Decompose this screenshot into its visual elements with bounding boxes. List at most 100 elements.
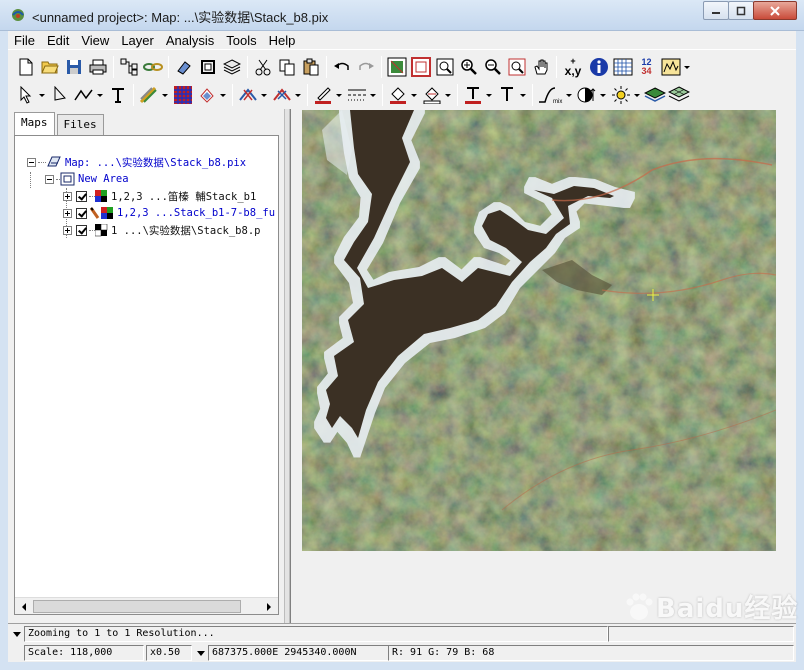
pattern-dropdown[interactable] (444, 84, 452, 107)
menu-help[interactable]: Help (263, 33, 302, 48)
menu-view[interactable]: View (75, 33, 115, 48)
palette-button[interactable] (171, 84, 194, 107)
brush-dropdown[interactable] (161, 84, 169, 107)
coords-dropdown[interactable] (196, 648, 206, 658)
contrast-button[interactable] (575, 84, 598, 107)
edit-vertex-button[interactable] (48, 84, 71, 107)
pattern-button[interactable] (420, 84, 443, 107)
coordinates-button[interactable]: + x,y (560, 56, 586, 79)
minimize-button[interactable] (703, 1, 729, 20)
satellite-image[interactable] (302, 110, 776, 551)
zoom-box-button[interactable] (433, 56, 456, 79)
histogram-dropdown[interactable] (683, 56, 691, 79)
brightness-button[interactable] (609, 84, 632, 107)
text-color-dropdown[interactable] (485, 84, 493, 107)
tab-files[interactable]: Files (56, 114, 104, 135)
line-style-dropdown[interactable] (369, 84, 377, 107)
zoom-in-button[interactable] (457, 56, 480, 79)
horizontal-scrollbar[interactable] (15, 597, 278, 614)
open-button[interactable] (38, 56, 61, 79)
delete-vertex-dropdown[interactable] (294, 84, 302, 107)
maximize-button[interactable] (728, 1, 754, 20)
layer-grid-button[interactable] (667, 84, 690, 107)
save-button[interactable] (62, 56, 85, 79)
zoom-resolution-button[interactable] (409, 56, 432, 79)
info-button[interactable] (587, 56, 610, 79)
redo-button[interactable] (354, 56, 377, 79)
line-button[interactable] (72, 84, 95, 107)
numbers-button[interactable]: 12 34 (635, 56, 658, 79)
scroll-left-button[interactable] (16, 599, 32, 614)
cut-button[interactable] (251, 56, 274, 79)
pan-button[interactable] (529, 56, 552, 79)
move-vertex-button[interactable] (236, 84, 259, 107)
fill-color-dropdown[interactable] (410, 84, 418, 107)
layer-visibility-checkbox[interactable] (76, 224, 87, 236)
fill-button[interactable] (195, 84, 218, 107)
expand-toggle[interactable] (63, 191, 72, 201)
menu-edit[interactable]: Edit (41, 33, 75, 48)
menu-tools[interactable]: Tools (220, 33, 262, 48)
menu-analysis[interactable]: Analysis (160, 33, 220, 48)
text-style-dropdown[interactable] (519, 84, 527, 107)
text-button[interactable] (106, 84, 129, 107)
menu-layer[interactable]: Layer (115, 33, 160, 48)
line-color-dropdown[interactable] (335, 84, 343, 107)
tree-row-map[interactable]: Map: ...\实验数据\Stack_b8.pix (27, 154, 246, 170)
brightness-dropdown[interactable] (633, 84, 641, 107)
expand-toggle[interactable] (63, 225, 72, 235)
status-dropdown[interactable] (12, 629, 22, 639)
line-style-button[interactable] (345, 84, 368, 107)
histogram-button[interactable] (659, 56, 682, 79)
scroll-thumb[interactable] (33, 600, 241, 613)
line-color-button[interactable] (311, 84, 334, 107)
redo-icon (358, 62, 374, 70)
text-style-button[interactable] (495, 84, 518, 107)
tree-row-area[interactable]: New Area (45, 171, 129, 187)
copy-button[interactable] (275, 56, 298, 79)
layer-visibility-checkbox[interactable] (76, 190, 87, 202)
toolbar-row-2: mix (14, 81, 691, 109)
fill-color-button[interactable] (386, 84, 409, 107)
tree-row-layer[interactable]: 1,2,3 ...Stack_b1-7-b8_fu (63, 205, 275, 221)
tree-row-layer[interactable]: 1,2,3 ...笛榛 輔Stack_b1 (63, 188, 256, 204)
close-button[interactable] (753, 1, 797, 20)
fill-dropdown[interactable] (219, 84, 227, 107)
curve-dropdown[interactable] (565, 84, 573, 107)
contrast-dropdown[interactable] (599, 84, 607, 107)
map-view[interactable] (290, 109, 796, 623)
grey-layer-icon (95, 223, 108, 236)
layer-visibility-checkbox[interactable] (76, 207, 87, 219)
frame-button[interactable] (196, 56, 219, 79)
zoom-to-fit-button[interactable] (385, 56, 408, 79)
zoom-area-button[interactable] (505, 56, 528, 79)
paste-button[interactable] (299, 56, 322, 79)
zoom-out-button[interactable] (481, 56, 504, 79)
move-vertex-dropdown[interactable] (260, 84, 268, 107)
sun-icon (611, 86, 630, 104)
line-dropdown[interactable] (96, 84, 104, 107)
tab-maps[interactable]: Maps (14, 112, 55, 135)
eraser-button[interactable] (172, 56, 195, 79)
tree-row-layer[interactable]: 1 ...\实验数据\Stack_b8.p (63, 222, 260, 238)
layers-button[interactable] (220, 56, 243, 79)
expand-toggle[interactable] (63, 208, 72, 218)
text-color-button[interactable] (461, 84, 484, 107)
select-button[interactable] (14, 84, 37, 107)
collapse-toggle[interactable] (45, 174, 54, 184)
collapse-toggle[interactable] (27, 157, 36, 167)
print-button[interactable] (86, 56, 109, 79)
delete-vertex-button[interactable] (270, 84, 293, 107)
new-button[interactable] (14, 56, 37, 79)
chain-button[interactable] (141, 56, 164, 79)
brush-button[interactable] (137, 84, 160, 107)
layer-stack-button[interactable] (643, 84, 666, 107)
layout-button[interactable] (117, 56, 140, 79)
select-dropdown[interactable] (38, 84, 46, 107)
zoom-out-icon (484, 59, 501, 75)
curve-button[interactable]: mix (536, 84, 564, 107)
menu-file[interactable]: File (8, 33, 41, 48)
scroll-right-button[interactable] (261, 599, 277, 614)
grid-button[interactable] (611, 56, 634, 79)
undo-button[interactable] (330, 56, 353, 79)
